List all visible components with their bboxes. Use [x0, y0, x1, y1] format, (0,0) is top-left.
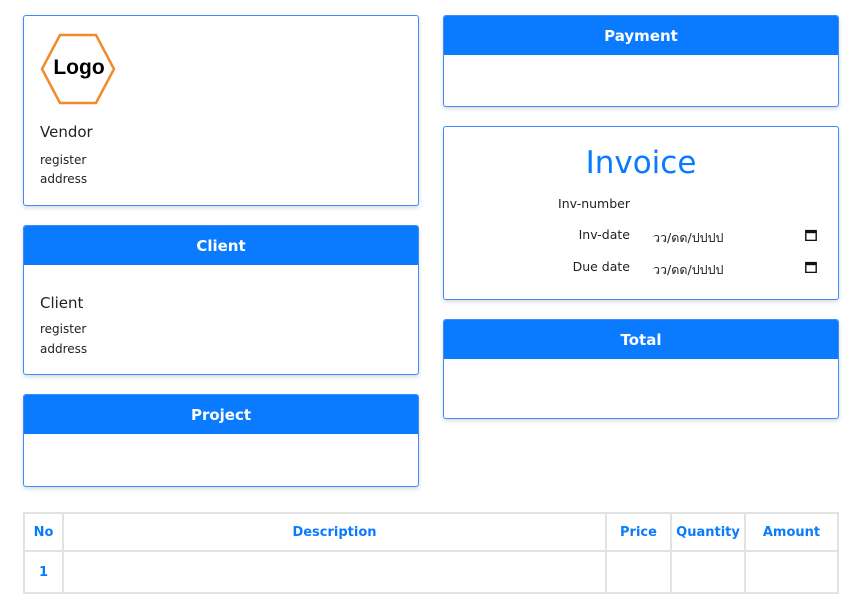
invoice-card: Invoice Inv-number Inv-date วว/ดด/ปปปป D…	[443, 126, 839, 300]
table-header-row: No Description Price Quantity Amount	[23, 512, 839, 552]
vendor-logo: Logo	[40, 33, 118, 105]
project-card: Project	[23, 394, 419, 487]
client-register: register	[40, 322, 87, 336]
inv-date-input[interactable]: วว/ดด/ปปปป	[653, 228, 723, 248]
vendor-name: Vendor	[40, 123, 93, 141]
row-amount-cell	[744, 550, 839, 594]
logo-text: Logo	[53, 56, 105, 79]
project-header: Project	[24, 395, 418, 434]
table-row: 1	[23, 550, 839, 594]
row-price-cell[interactable]	[605, 550, 672, 594]
vendor-card: Logo Vendor register address	[23, 15, 419, 206]
client-header: Client	[24, 226, 418, 265]
due-date-label: Due date	[572, 259, 630, 274]
items-table: No Description Price Quantity Amount 1	[23, 512, 839, 594]
row-description-cell[interactable]	[62, 550, 607, 594]
due-date-input[interactable]: วว/ดด/ปปปป	[653, 260, 723, 280]
vendor-address: address	[40, 172, 88, 186]
col-quantity-header: Quantity	[670, 512, 746, 552]
col-amount-header: Amount	[744, 512, 839, 552]
total-header: Total	[444, 320, 838, 359]
invoice-title: Invoice	[585, 145, 697, 181]
due-date-calendar-icon[interactable]	[805, 261, 817, 273]
row-no-cell: 1	[23, 550, 64, 594]
col-description-header: Description	[62, 512, 607, 552]
total-card: Total	[443, 319, 839, 419]
payment-card: Payment	[443, 15, 839, 107]
inv-number-label: Inv-number	[558, 196, 630, 211]
client-name: Client	[40, 294, 84, 312]
row-quantity-cell[interactable]	[670, 550, 746, 594]
col-price-header: Price	[605, 512, 672, 552]
client-card: Client Client register address	[23, 225, 419, 375]
payment-header: Payment	[444, 16, 838, 55]
col-no-header: No	[23, 512, 64, 552]
client-address: address	[40, 342, 88, 356]
inv-date-label: Inv-date	[578, 227, 630, 242]
inv-date-calendar-icon[interactable]	[805, 229, 817, 241]
vendor-register: register	[40, 153, 87, 167]
